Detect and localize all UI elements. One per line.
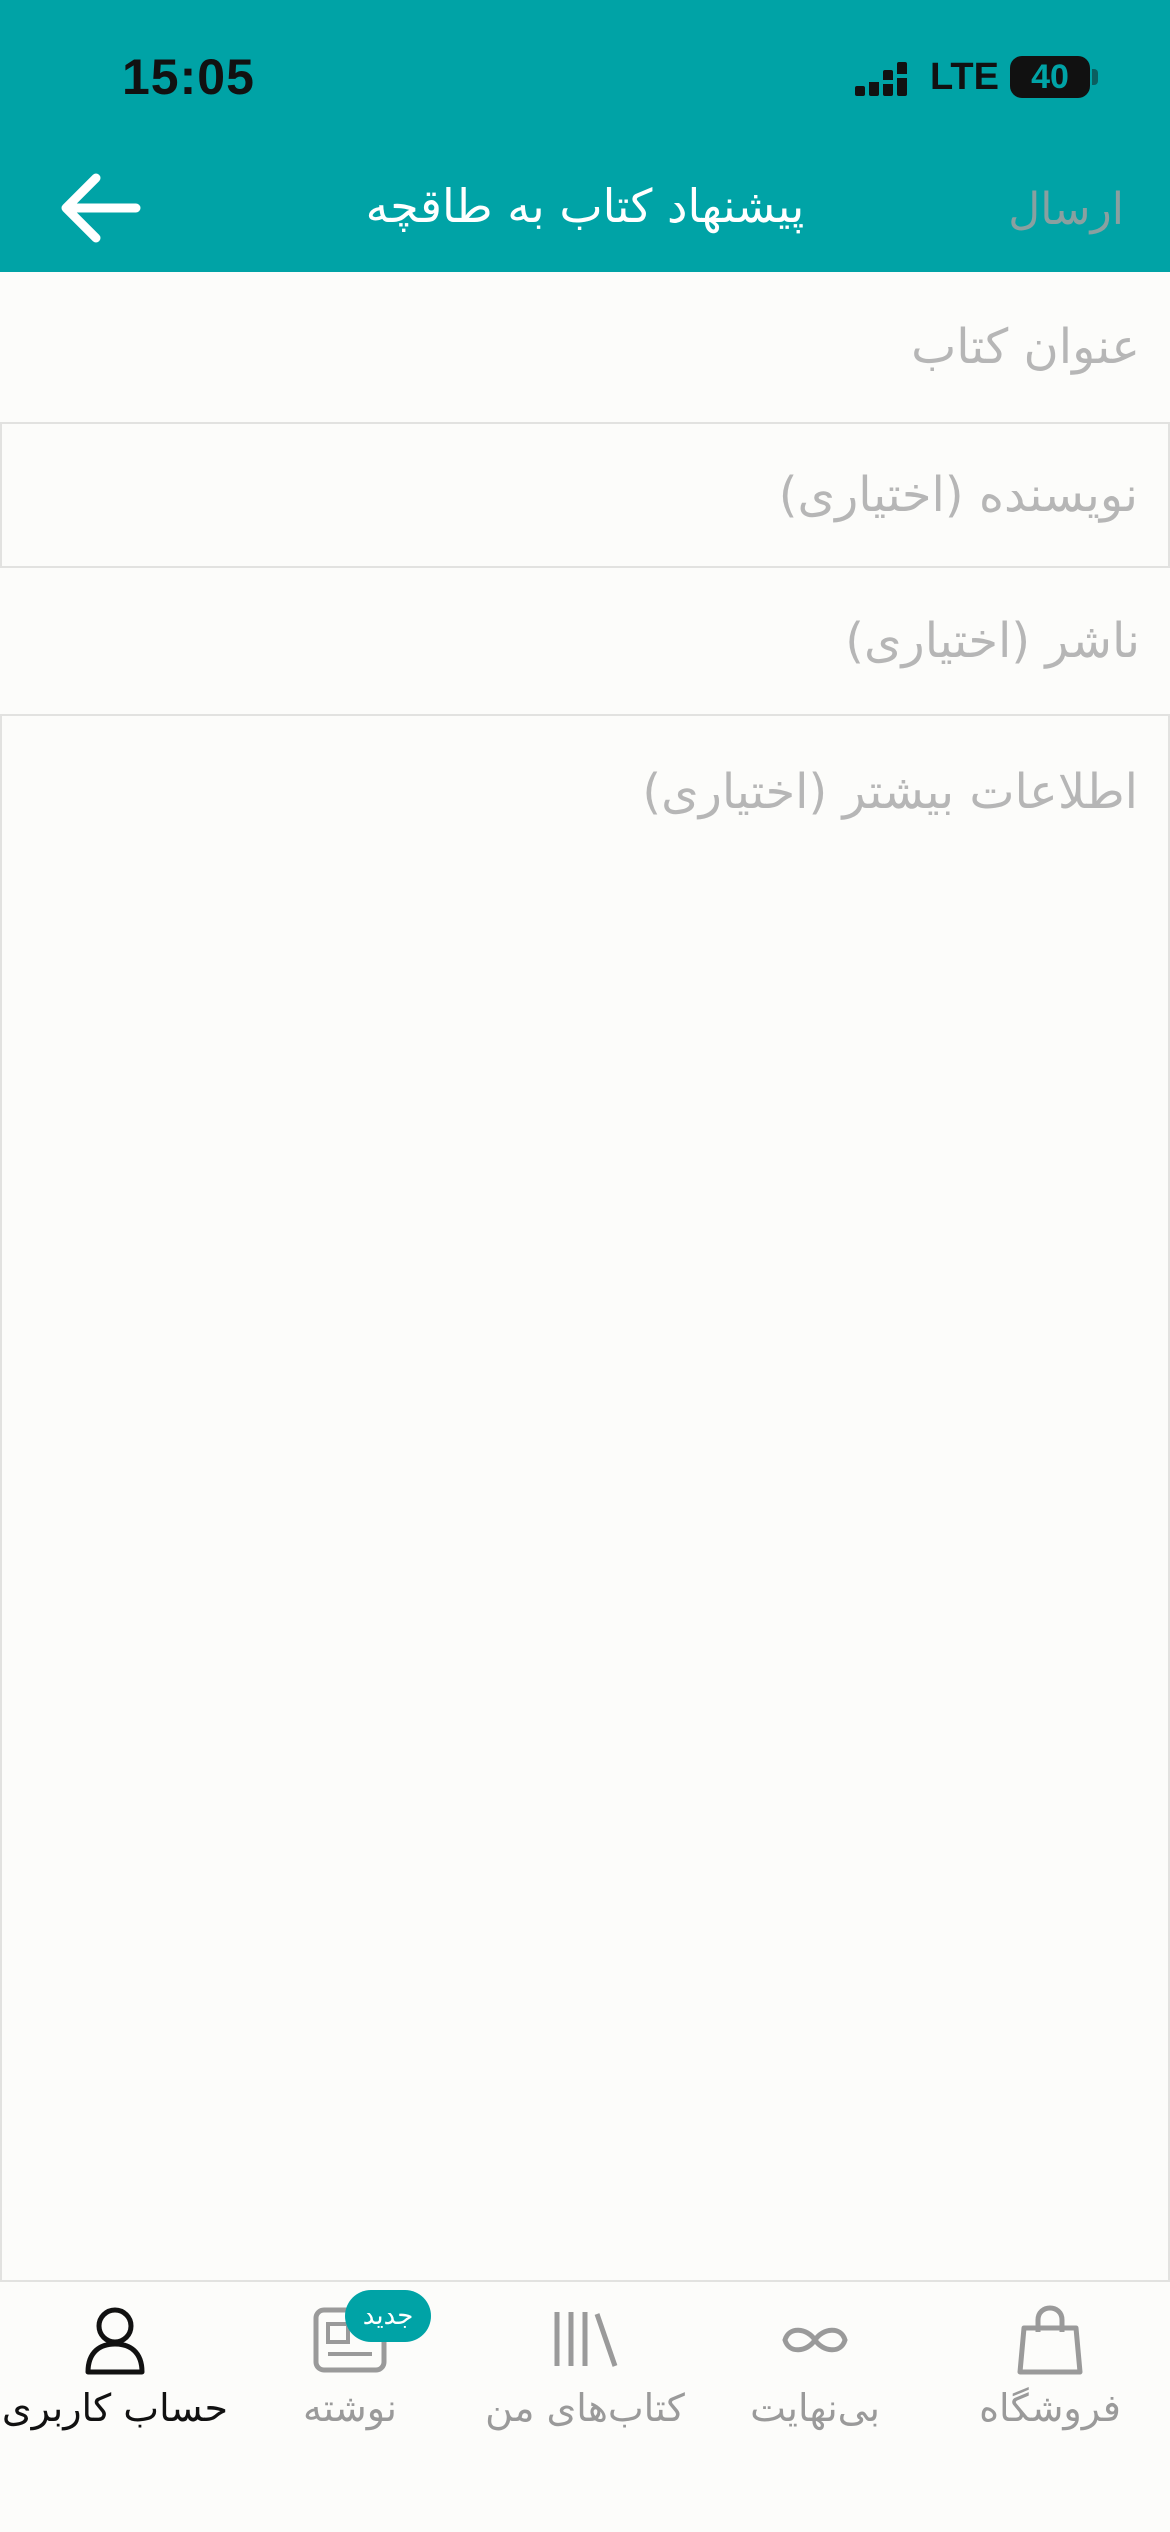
nav-unlimited-label: بی‌نهایت	[750, 2386, 880, 2430]
nav-store-label: فروشگاه	[979, 2386, 1121, 2430]
nav-my-books[interactable]: کتاب‌های من	[470, 2282, 700, 2462]
arrow-left-icon	[61, 173, 141, 243]
more-info-field	[0, 714, 1170, 2282]
author-field	[0, 422, 1170, 568]
publisher-field	[0, 568, 1170, 714]
battery-icon: 40	[1010, 56, 1090, 98]
nav-my-books-label: کتاب‌های من	[485, 2386, 685, 2430]
nav-account[interactable]: حساب کاربری	[0, 2282, 230, 2462]
infinity-icon	[782, 2327, 848, 2353]
app-screen: 15:05 LTE 40 پیشنهاد کتاب به طاقچه ارسال	[0, 0, 1170, 2532]
bookshelf-icon	[554, 2312, 618, 2367]
signal-strength-icon	[855, 62, 907, 96]
header-bar: 15:05 LTE 40 پیشنهاد کتاب به طاقچه ارسال	[0, 0, 1170, 272]
user-icon	[85, 2307, 145, 2375]
send-button[interactable]: ارسال	[1008, 180, 1124, 240]
shopping-bag-icon	[1017, 2305, 1083, 2375]
page-title: پیشنهاد کتاب به طاقچه	[365, 179, 805, 233]
nav-account-label: حساب کاربری	[1, 2386, 229, 2430]
book-title-field	[0, 272, 1170, 422]
nav-writing-label: نوشته	[303, 2386, 397, 2430]
author-input[interactable]	[2, 424, 1168, 566]
bottom-navigation: حساب کاربری نوشته کتاب‌های من بی‌نه	[0, 2282, 1170, 2532]
network-type: LTE	[930, 56, 999, 98]
publisher-input[interactable]	[0, 568, 1170, 714]
new-badge: جدید	[345, 2290, 431, 2342]
nav-unlimited[interactable]: بی‌نهایت	[700, 2282, 930, 2462]
nav-store[interactable]: فروشگاه	[930, 2282, 1170, 2462]
book-title-input[interactable]	[0, 272, 1170, 422]
battery-cap	[1092, 69, 1098, 85]
back-button[interactable]	[58, 170, 148, 246]
status-time: 15:05	[122, 49, 255, 105]
more-info-textarea[interactable]	[2, 716, 1168, 2280]
